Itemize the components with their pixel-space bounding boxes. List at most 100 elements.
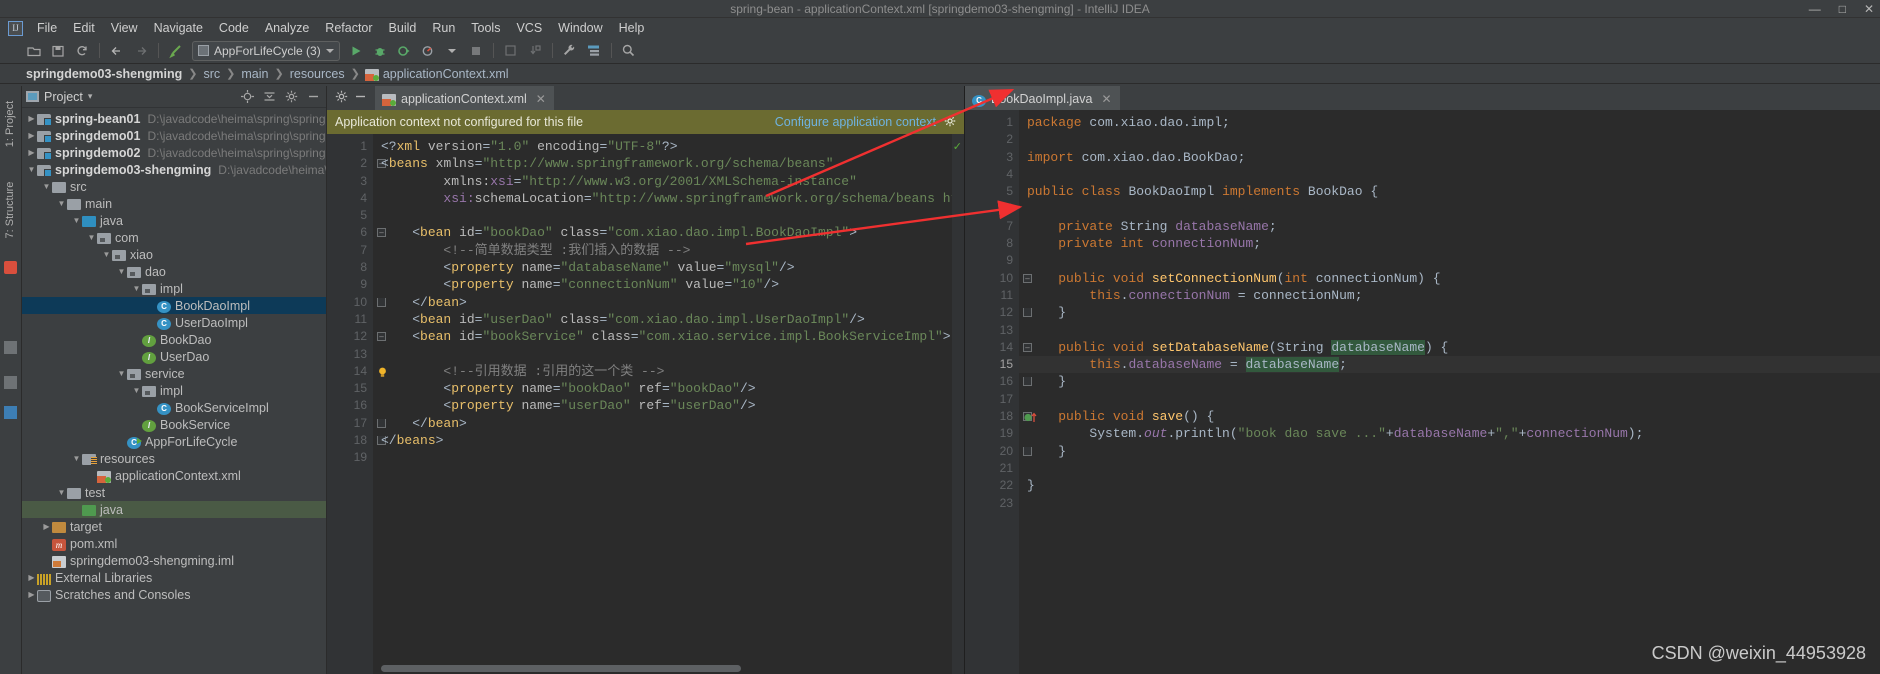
line-number-gutter-right[interactable]: 12345678910–11121314–15161718–1920212223 [965,110,1037,674]
tree-item-bookserviceimpl[interactable]: C BookServiceImpl [22,399,326,416]
menu-item-file[interactable]: File [29,19,65,37]
menu-item-navigate[interactable]: Navigate [146,19,211,37]
code-line[interactable] [1019,495,1880,512]
project-tree[interactable]: ▶ spring-bean01 D:\javadcode\heima\spring\… [22,108,326,674]
expand-arrow-icon[interactable]: ▼ [56,488,67,497]
stop-icon[interactable] [464,40,488,62]
expand-arrow-icon[interactable]: ▶ [26,131,37,140]
tree-item-spring-bean01[interactable]: ▶ spring-bean01 D:\javadcode\heima\spring\… [22,110,326,127]
expand-arrow-icon[interactable]: ▼ [86,233,97,242]
chevron-down-icon[interactable] [440,40,464,62]
menu-item-refactor[interactable]: Refactor [317,19,380,37]
tree-item-userdaoimpl[interactable]: C UserDaoImpl [22,314,326,331]
menu-item-vcs[interactable]: VCS [508,19,550,37]
code-area-right[interactable]: 12345678910–11121314–15161718–1920212223… [965,110,1880,674]
code-line[interactable]: <property name="bookDao" ref="bookDao"/> [373,380,952,397]
tree-item-com[interactable]: ▼ com [22,229,326,246]
menu-item-edit[interactable]: Edit [65,19,103,37]
breadcrumb-item-file[interactable]: applicationContext.xml [379,67,513,81]
tree-item-appforlifecycle[interactable]: C AppForLifeCycle [22,433,326,450]
tree-item-pom-xml[interactable]: m pom.xml [22,535,326,552]
menu-item-window[interactable]: Window [550,19,610,37]
expand-arrow-icon[interactable]: ▶ [26,148,37,157]
maximize-button[interactable]: □ [1839,0,1846,18]
breadcrumb-item-src[interactable]: src [200,67,225,81]
expand-arrow-icon[interactable]: ▼ [26,165,37,174]
chevron-down-icon[interactable]: ▾ [88,91,93,102]
open-folder-icon[interactable] [22,40,46,62]
settings-wrench-icon[interactable] [558,40,582,62]
tree-item-dao[interactable]: ▼ dao [22,263,326,280]
build-marker-icon[interactable] [4,341,17,354]
marker-strip-left[interactable]: ✓ [952,134,964,674]
configure-application-context-link[interactable]: Configure application context [775,115,936,129]
code-line[interactable]: import com.xiao.dao.BookDao; [1019,149,1880,166]
menu-item-run[interactable]: Run [424,19,463,37]
expand-arrow-icon[interactable]: ▼ [71,454,82,463]
line-number-gutter-left[interactable]: 1 2–3 4 5 6–7 8 9 10 11 12–13 14 15 16 17 18 19 [327,134,386,674]
code-line[interactable]: <?xml version="1.0" encoding="UTF-8"?> [373,138,952,155]
expand-arrow-icon[interactable]: ▼ [56,199,67,208]
code-line[interactable]: <property name="databaseName" value="mys… [373,259,952,276]
expand-arrow-icon[interactable]: ▼ [116,369,127,378]
tree-item-springdemo02[interactable]: ▶ springdemo02 D:\javadcode\heima\spring\s… [22,144,326,161]
tree-item-test[interactable]: ▼ test [22,484,326,501]
code-line[interactable] [1019,252,1880,269]
tree-item-service[interactable]: ▼ service [22,365,326,382]
tree-item-bookdaoimpl[interactable]: C BookDaoImpl [22,297,326,314]
code-line[interactable] [1019,322,1880,339]
code-line[interactable]: <bean id="userDao" class="com.xiao.dao.i… [373,311,952,328]
menu-item-tools[interactable]: Tools [463,19,508,37]
tree-item-target[interactable]: ▶ target [22,518,326,535]
code-line[interactable]: <bean id="bookDao" class="com.xiao.dao.i… [373,224,952,241]
code-line[interactable]: public void save() { [1019,408,1880,425]
run-configuration-selector[interactable]: AppForLifeCycle (3) [192,40,340,61]
code-line[interactable]: } [1019,477,1880,494]
menu-item-view[interactable]: View [103,19,146,37]
code-line[interactable] [373,449,952,466]
expand-arrow-icon[interactable]: ▼ [131,284,142,293]
tab-bookdaoimpl-java[interactable]: C BookDaoImpl.java ✕ [965,86,1120,110]
locate-icon[interactable] [239,88,256,105]
update-project-icon[interactable] [499,40,523,62]
close-button[interactable]: ✕ [1864,0,1874,18]
tree-item-springdemo03-shengming[interactable]: ▼ springdemo03-shengming D:\javadcode\heim… [22,161,326,178]
code-line[interactable]: public void setDatabaseName(String datab… [1019,339,1880,356]
horizontal-scrollbar-left[interactable] [373,664,950,674]
tree-item-scratches-and-consoles[interactable]: ▶ Scratches and Consoles [22,586,326,603]
code-line[interactable]: <beans xmlns="http://www.springframework… [373,155,952,172]
code-line[interactable]: <bean id="bookService" class="com.xiao.s… [373,328,952,345]
code-line[interactable] [1019,131,1880,148]
tool-window-tab-structure[interactable]: 7: Structure [4,175,16,245]
commit-icon[interactable] [523,40,547,62]
code-line[interactable]: public void setConnectionNum(int connect… [1019,270,1880,287]
structure-icon[interactable] [582,40,606,62]
tree-item-java[interactable]: ▼ java [22,212,326,229]
services-marker-icon[interactable] [4,406,17,419]
gear-icon[interactable] [283,88,300,105]
menu-item-analyze[interactable]: Analyze [257,19,317,37]
code-line[interactable] [373,207,952,224]
tree-item-bookservice[interactable]: I BookService [22,416,326,433]
tree-item-src[interactable]: ▼ src [22,178,326,195]
menu-item-build[interactable]: Build [381,19,425,37]
expand-arrow-icon[interactable]: ▼ [41,182,52,191]
menu-item-code[interactable]: Code [211,19,257,37]
expand-arrow-icon[interactable]: ▶ [26,573,37,582]
expand-arrow-icon[interactable]: ▼ [71,216,82,225]
tree-item-java[interactable]: java [22,501,326,518]
tree-item-springdemo03-shengming-iml[interactable]: springdemo03-shengming.iml [22,552,326,569]
code-line[interactable] [1019,460,1880,477]
back-arrow-icon[interactable] [105,40,129,62]
code-line[interactable]: private int connectionNum; [1019,235,1880,252]
code-line[interactable]: public class BookDaoImpl implements Book… [1019,183,1880,200]
expand-arrow-icon[interactable]: ▼ [101,250,112,259]
code-line[interactable]: <property name="connectionNum" value="10… [373,276,952,293]
menu-item-help[interactable]: Help [611,19,653,37]
tree-item-applicationcontext-xml[interactable]: applicationContext.xml [22,467,326,484]
code-line[interactable]: xsi:schemaLocation="http://www.springfra… [373,190,952,207]
project-panel-title[interactable]: Project [44,90,83,104]
code-line[interactable] [1019,200,1880,217]
breadcrumb-item-resources[interactable]: resources [286,67,349,81]
code-line[interactable]: System.out.println("book dao save ..."+d… [1019,425,1880,442]
